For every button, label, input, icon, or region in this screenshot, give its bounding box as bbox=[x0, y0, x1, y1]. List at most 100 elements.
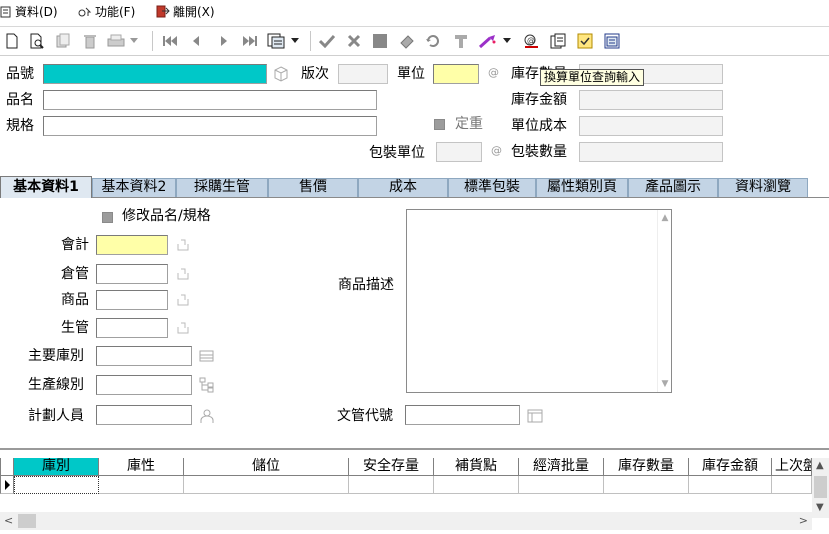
notes-icon[interactable] bbox=[575, 31, 595, 51]
grid-header-warehouse[interactable]: 庫別 bbox=[14, 458, 99, 476]
fixed-price-checkbox[interactable] bbox=[434, 119, 445, 130]
stop-icon[interactable] bbox=[370, 31, 390, 51]
grid-header-safety-stock[interactable]: 安全存量 bbox=[349, 458, 434, 476]
grid-cell[interactable] bbox=[434, 476, 519, 494]
tab-purchase-production[interactable]: 採購生管 bbox=[176, 178, 268, 197]
modify-name-checkbox[interactable] bbox=[102, 212, 113, 223]
grid-header-stock-amount[interactable]: 庫存金額 bbox=[689, 458, 772, 476]
cube-lookup-icon[interactable] bbox=[273, 66, 289, 82]
warehouse-icon[interactable] bbox=[199, 348, 215, 364]
grid-cell[interactable] bbox=[14, 476, 99, 494]
wizard-dropdown-icon[interactable] bbox=[501, 31, 513, 51]
main-warehouse-field[interactable] bbox=[96, 346, 192, 366]
grid-cell[interactable] bbox=[519, 476, 604, 494]
production-lookup-icon[interactable] bbox=[175, 320, 191, 336]
accounting-field[interactable] bbox=[96, 235, 168, 255]
first-record-icon[interactable] bbox=[160, 31, 180, 51]
warehouse-field[interactable] bbox=[96, 264, 168, 284]
stock-amount-field[interactable] bbox=[579, 90, 723, 110]
scroll-up-icon[interactable]: ▲ bbox=[660, 213, 670, 223]
eraser-icon[interactable] bbox=[397, 31, 417, 51]
unit-lookup-icon[interactable]: @ bbox=[488, 66, 499, 79]
scroll-left-icon[interactable]: < bbox=[4, 514, 13, 527]
new-document-icon[interactable] bbox=[2, 31, 22, 51]
tab-data-browse[interactable]: 資料瀏覽 bbox=[718, 178, 808, 197]
tab-price[interactable]: 售價 bbox=[268, 178, 358, 197]
next-record-icon[interactable] bbox=[214, 31, 234, 51]
tree-icon[interactable] bbox=[199, 377, 215, 393]
planner-field[interactable] bbox=[96, 405, 192, 425]
person-icon[interactable] bbox=[199, 408, 215, 424]
row-indicator[interactable] bbox=[0, 476, 14, 494]
preview-icon[interactable] bbox=[27, 31, 47, 51]
scroll-thumb[interactable] bbox=[814, 476, 827, 498]
grid-cell[interactable] bbox=[349, 476, 434, 494]
grid-header-stock-qty[interactable]: 庫存數量 bbox=[604, 458, 689, 476]
tab-basic-2[interactable]: 基本資料2 bbox=[92, 178, 176, 197]
description-scrollbar[interactable]: ▲ ▼ bbox=[657, 210, 671, 392]
scroll-down-icon[interactable]: ▼ bbox=[660, 379, 670, 389]
spec-label: 規格 bbox=[6, 118, 34, 134]
menu-function[interactable]: 功能(F) bbox=[78, 4, 135, 20]
scroll-down-icon[interactable]: ▼ bbox=[816, 502, 824, 513]
grid-cell[interactable] bbox=[99, 476, 184, 494]
grid-cell[interactable] bbox=[772, 476, 812, 494]
unit-cost-field[interactable] bbox=[579, 116, 723, 136]
scroll-up-icon[interactable]: ▲ bbox=[816, 460, 824, 471]
last-record-icon[interactable] bbox=[240, 31, 260, 51]
grid-cell[interactable] bbox=[604, 476, 689, 494]
grid-header-location[interactable]: 儲位 bbox=[184, 458, 349, 476]
doc-code-field[interactable] bbox=[405, 405, 520, 425]
grid-horizontal-scrollbar[interactable]: < > bbox=[0, 512, 812, 530]
production-line-field[interactable] bbox=[96, 375, 192, 395]
delete-icon[interactable] bbox=[80, 31, 100, 51]
grid-header-reorder-point[interactable]: 補貨點 bbox=[434, 458, 519, 476]
item-name-field[interactable] bbox=[43, 90, 377, 110]
menu-data[interactable]: 資料(D) bbox=[0, 4, 58, 20]
warehouse-lookup-icon[interactable] bbox=[175, 266, 191, 282]
lookup-icon[interactable]: @ bbox=[521, 31, 541, 51]
report-icon[interactable] bbox=[548, 31, 568, 51]
grid-cell[interactable] bbox=[689, 476, 772, 494]
tools-icon[interactable] bbox=[451, 31, 471, 51]
pack-unit-lookup-icon[interactable]: @ bbox=[491, 144, 502, 157]
grid-cell[interactable] bbox=[184, 476, 349, 494]
refresh-icon[interactable] bbox=[423, 31, 443, 51]
item-no-field[interactable] bbox=[43, 64, 267, 84]
info-icon[interactable] bbox=[602, 31, 622, 51]
tab-attribute-category[interactable]: 屬性類別頁 bbox=[536, 178, 628, 197]
spec-field[interactable] bbox=[43, 116, 377, 136]
unit-field[interactable] bbox=[433, 64, 479, 84]
pack-qty-field[interactable] bbox=[579, 142, 723, 162]
grid-header-economic-lot[interactable]: 經濟批量 bbox=[519, 458, 604, 476]
confirm-icon[interactable] bbox=[317, 31, 337, 51]
grid-splitter[interactable] bbox=[0, 448, 829, 450]
menu-exit[interactable]: 離開(X) bbox=[156, 4, 215, 20]
view-dropdown-icon[interactable] bbox=[289, 31, 301, 51]
tab-standard-package[interactable]: 標準包裝 bbox=[448, 178, 536, 197]
grid-vertical-scrollbar[interactable]: ▲ ▼ bbox=[812, 458, 829, 518]
description-textarea[interactable]: ▲ ▼ bbox=[406, 209, 672, 393]
print-dropdown-icon[interactable] bbox=[128, 31, 140, 51]
wizard-icon[interactable] bbox=[478, 31, 498, 51]
accounting-lookup-icon[interactable] bbox=[175, 237, 191, 253]
scroll-right-icon[interactable]: > bbox=[799, 514, 808, 527]
view-icon[interactable] bbox=[266, 31, 286, 51]
grid-header-warehouse-type[interactable]: 庫性 bbox=[99, 458, 184, 476]
product-lookup-icon[interactable] bbox=[175, 292, 191, 308]
product-field[interactable] bbox=[96, 290, 168, 310]
print-icon[interactable] bbox=[106, 31, 126, 51]
tab-basic-1[interactable]: 基本資料1 bbox=[0, 176, 92, 198]
cancel-icon[interactable] bbox=[344, 31, 364, 51]
pack-unit-field[interactable] bbox=[436, 142, 482, 162]
tab-cost[interactable]: 成本 bbox=[358, 178, 448, 197]
prev-record-icon[interactable] bbox=[186, 31, 206, 51]
item-no-label: 品號 bbox=[6, 66, 34, 82]
grid-header-last-count[interactable]: 上次盤 bbox=[772, 458, 812, 476]
scroll-thumb[interactable] bbox=[18, 514, 36, 528]
document-lookup-icon[interactable] bbox=[527, 408, 543, 424]
production-field[interactable] bbox=[96, 318, 168, 338]
version-field[interactable] bbox=[338, 64, 388, 84]
tab-product-image[interactable]: 產品圖示 bbox=[628, 178, 718, 197]
copy-record-icon[interactable] bbox=[53, 31, 73, 51]
